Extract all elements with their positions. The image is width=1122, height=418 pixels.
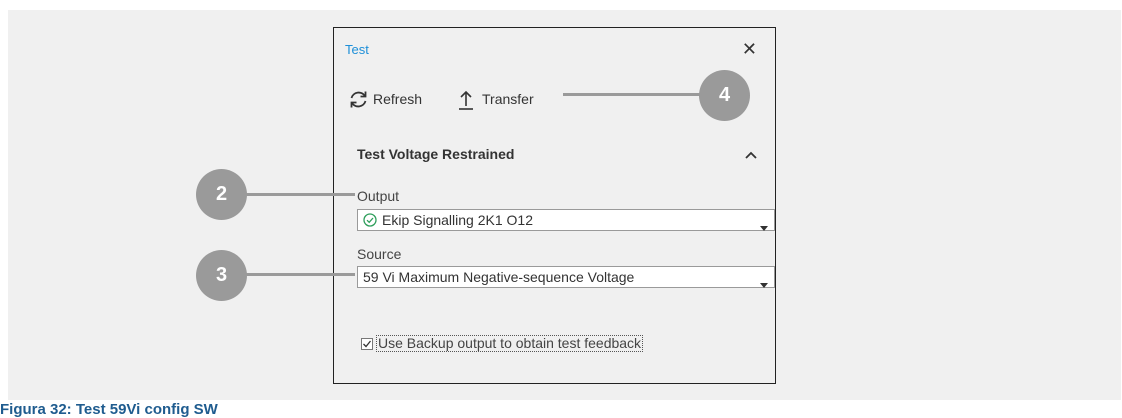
dropdown-arrow-icon <box>760 218 768 234</box>
check-circle-icon <box>363 213 377 227</box>
output-select[interactable]: Ekip Signalling 2K1 O12 <box>357 209 775 231</box>
checkbox-check-icon[interactable] <box>361 337 373 350</box>
transfer-label: Transfer <box>482 91 534 107</box>
backup-checkbox-label: Use Backup output to obtain test feedbac… <box>376 335 644 352</box>
source-value: 59 Vi Maximum Negative-sequence Voltage <box>363 269 635 285</box>
backup-checkbox[interactable]: Use Backup output to obtain test feedbac… <box>361 335 644 352</box>
source-label: Source <box>357 246 402 262</box>
callout-badge-3: 3 <box>196 250 247 301</box>
source-select[interactable]: 59 Vi Maximum Negative-sequence Voltage <box>357 266 775 288</box>
chevron-up-icon[interactable] <box>745 146 757 164</box>
upload-icon <box>458 89 474 110</box>
output-label: Output <box>357 188 400 204</box>
refresh-icon <box>348 89 369 110</box>
dialog-title: Test <box>345 42 369 57</box>
dropdown-arrow-icon <box>760 275 768 291</box>
transfer-button[interactable]: Transfer <box>458 88 534 110</box>
refresh-button[interactable]: Refresh <box>348 88 422 110</box>
close-icon[interactable]: ✕ <box>742 40 757 58</box>
refresh-label: Refresh <box>373 91 423 107</box>
figure-caption: Figura 32: Test 59Vi config SW <box>0 401 218 418</box>
callout-line-4 <box>563 93 703 96</box>
callout-badge-2: 2 <box>196 169 247 220</box>
callout-line-2 <box>243 193 355 196</box>
callout-badge-4: 4 <box>699 70 750 121</box>
output-value: Ekip Signalling 2K1 O12 <box>382 212 533 228</box>
section-title: Test Voltage Restrained <box>357 146 515 162</box>
callout-line-3 <box>243 273 355 276</box>
